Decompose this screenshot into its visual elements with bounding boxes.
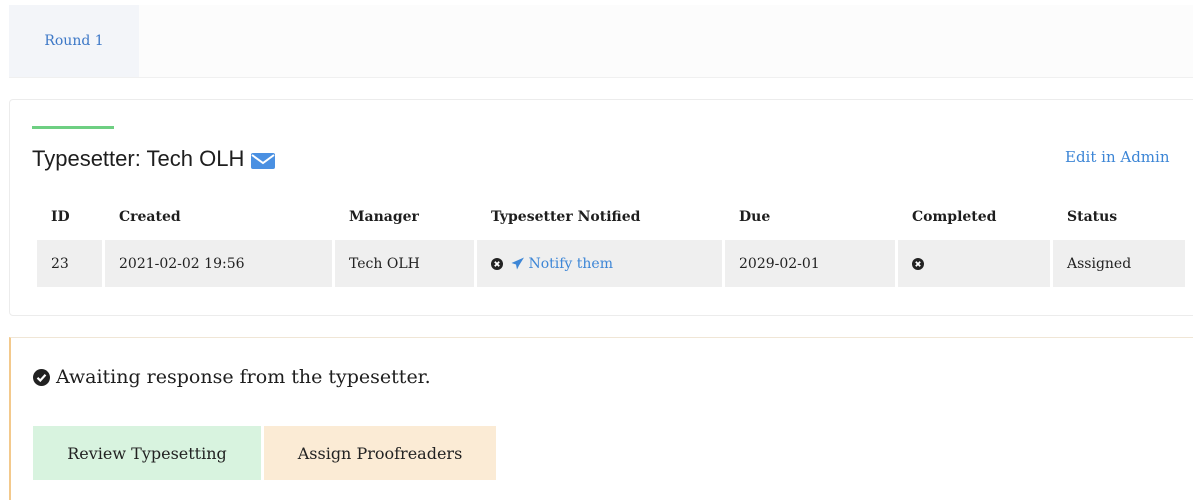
- typesetting-tasks-table: ID Created Manager Typesetter Notified D…: [34, 194, 1188, 287]
- cell-manager: Tech OLH: [335, 240, 474, 287]
- cell-due: 2029-02-01: [725, 240, 895, 287]
- notice-message: Awaiting response from the typesetter.: [33, 366, 431, 388]
- notify-them-link[interactable]: Notify them: [511, 256, 613, 272]
- envelope-icon[interactable]: [250, 150, 276, 169]
- cell-status: Assigned: [1053, 240, 1185, 287]
- column-header-completed: Completed: [912, 209, 997, 225]
- cell-typesetter-notified: Notify them: [477, 240, 722, 287]
- table-header-row: ID Created Manager Typesetter Notified D…: [37, 194, 1185, 240]
- column-header-typesetter-notified: Typesetter Notified: [491, 209, 641, 225]
- times-circle-icon: [491, 257, 503, 270]
- review-typesetting-button[interactable]: Review Typesetting: [33, 426, 261, 480]
- card-title: Typesetter: Tech OLH: [32, 146, 276, 172]
- cell-completed: [898, 240, 1050, 287]
- tabs-bar: Round 1: [9, 5, 1193, 78]
- table-row: 23 2021-02-02 19:56 Tech OLH Notify them: [37, 240, 1185, 287]
- column-header-id: ID: [51, 209, 70, 225]
- check-circle-icon: [33, 368, 50, 386]
- typesetter-title: Typesetter: Tech OLH: [32, 146, 245, 171]
- notify-them-label: Notify them: [528, 255, 613, 272]
- awaiting-response-panel: Awaiting response from the typesetter. R…: [9, 337, 1193, 500]
- times-circle-icon: [912, 257, 924, 270]
- tab-round-1[interactable]: Round 1: [9, 5, 139, 77]
- notice-message-text: Awaiting response from the typesetter.: [56, 366, 431, 388]
- typesetter-card: Typesetter: Tech OLH Edit in Admin ID Cr…: [9, 99, 1193, 316]
- column-header-due: Due: [739, 209, 771, 225]
- paper-plane-icon: [511, 257, 525, 269]
- column-header-manager: Manager: [349, 209, 419, 225]
- cell-id: 23: [37, 240, 102, 287]
- column-header-created: Created: [119, 209, 181, 225]
- cell-created: 2021-02-02 19:56: [105, 240, 332, 287]
- card-accent-bar: [32, 126, 114, 129]
- assign-proofreaders-button[interactable]: Assign Proofreaders: [264, 426, 496, 480]
- column-header-status: Status: [1067, 209, 1118, 225]
- edit-in-admin-link[interactable]: Edit in Admin: [1065, 148, 1170, 166]
